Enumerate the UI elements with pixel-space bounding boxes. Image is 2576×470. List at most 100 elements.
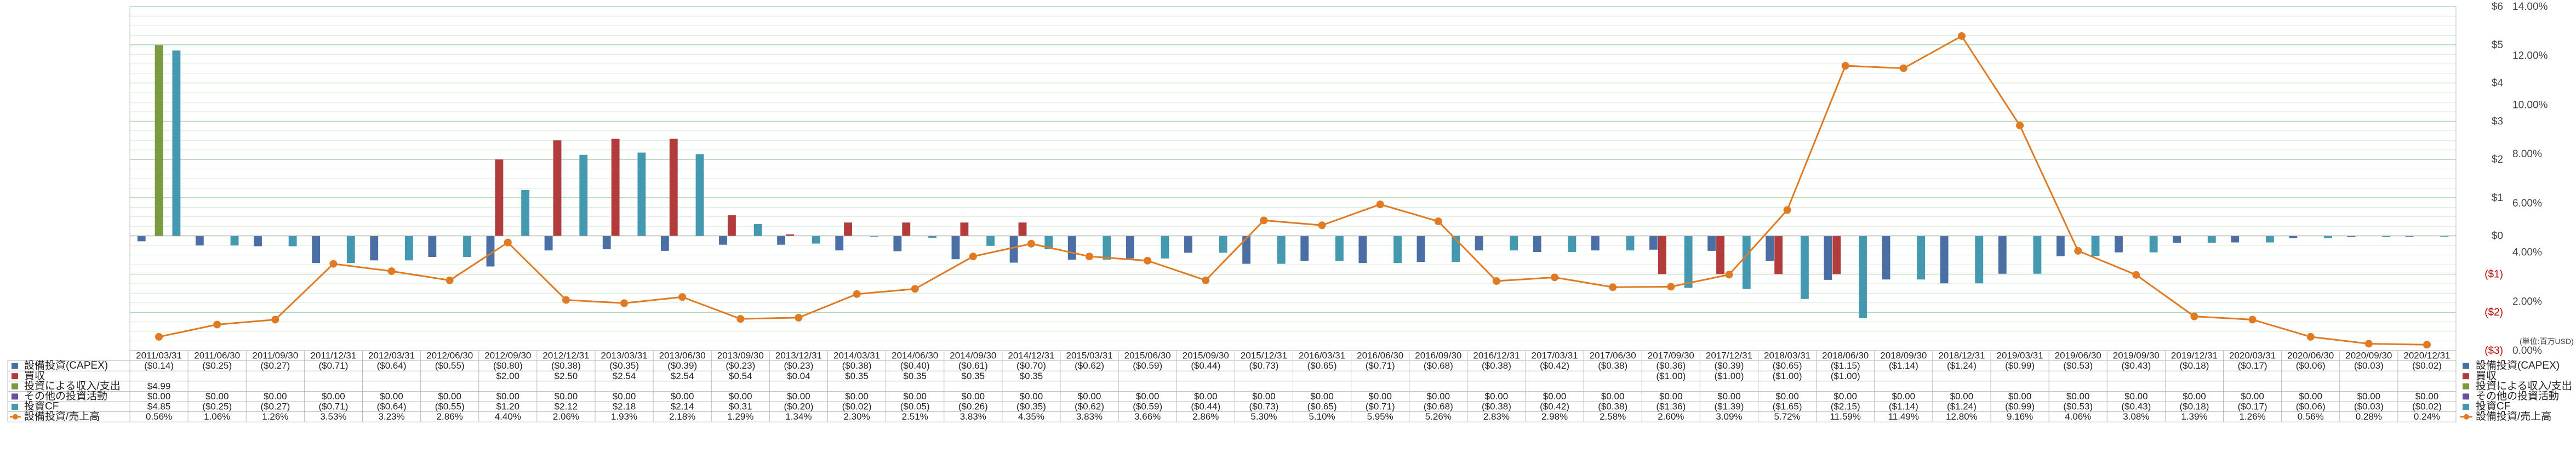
table-cell: 2.60% (1658, 411, 1684, 422)
table-cell: $0.00 (2066, 391, 2090, 402)
right-legend-key-swatch (2463, 373, 2469, 380)
table-cell: $0.00 (1543, 391, 1567, 402)
table-cell: ($0.71) (1366, 360, 1395, 371)
capex-ratio-point (1609, 283, 1617, 291)
table-cell: ($0.25) (202, 402, 232, 412)
table-cell: $4.85 (147, 402, 171, 412)
category-label: 2017/06/30 (1590, 351, 1636, 361)
bar-4 (1510, 236, 1518, 251)
table-cell: ($0.18) (2180, 402, 2209, 412)
table-cell: 3.83% (1076, 411, 1103, 422)
table-cell: ($0.17) (2238, 360, 2267, 371)
category-label: 2012/03/31 (368, 351, 415, 361)
table-cell: ($0.05) (900, 402, 930, 412)
bar-0 (1591, 236, 1600, 251)
bar-1 (1774, 236, 1783, 274)
table-cell: 5.95% (1367, 411, 1393, 422)
table-cell: ($1.14) (1889, 360, 1918, 371)
bar-2 (155, 45, 163, 236)
capex-ratio-point (1957, 32, 1966, 40)
table-cell: ($0.59) (1133, 360, 1162, 371)
bar-0 (428, 236, 437, 257)
table-cell: $0.00 (1020, 391, 1043, 402)
table-cell: ($0.35) (609, 360, 639, 371)
table-cell: 3.09% (1716, 411, 1742, 422)
capex-ratio-point (271, 316, 279, 324)
capex-ratio-point (853, 290, 861, 298)
right-tick-label: 4.00% (2512, 247, 2542, 259)
category-label: 2020/06/30 (2287, 351, 2334, 361)
table-cell: 0.28% (2356, 411, 2382, 422)
capex-ratio-point (795, 313, 803, 322)
table-cell: $0.00 (903, 391, 927, 402)
table-cell: ($0.55) (435, 402, 465, 412)
bar-4 (812, 236, 820, 244)
bar-1 (727, 215, 736, 236)
table-cell: ($0.44) (1191, 360, 1220, 371)
table-cell: $2.54 (613, 371, 636, 381)
table-cell: ($0.73) (1249, 402, 1279, 412)
capex-ratio-point (1086, 253, 1094, 261)
table-cell: 5.30% (1250, 411, 1277, 422)
legend-key-swatch (12, 373, 18, 380)
category-label: 2015/09/30 (1183, 351, 1229, 361)
table-cell: 3.83% (960, 411, 986, 422)
bar-0 (835, 236, 844, 251)
bar-4 (579, 154, 588, 236)
left-tick-label: $0 (2492, 231, 2503, 242)
table-cell: ($0.64) (377, 402, 407, 412)
table-cell: 3.66% (1134, 411, 1161, 422)
bar-4 (1684, 236, 1693, 288)
table-cell: 1.39% (2181, 411, 2207, 422)
category-label: 2018/09/30 (1880, 351, 1927, 361)
legend-key-swatch (12, 383, 18, 389)
table-cell: $0.00 (671, 391, 694, 402)
bar-0 (1126, 236, 1134, 259)
table-cell: $0.00 (2357, 391, 2381, 402)
right-legend-key-marker (2464, 414, 2469, 420)
table-cell: 3.23% (378, 411, 404, 422)
bar-4 (928, 236, 936, 238)
category-label: 2020/03/31 (2229, 351, 2276, 361)
table-cell: ($0.68) (1424, 402, 1453, 412)
capex-ratio-point (2248, 316, 2257, 324)
bar-0 (719, 236, 727, 245)
table-cell: ($0.38) (842, 360, 872, 371)
left-tick-label: ($3) (2484, 345, 2503, 357)
table-cell: ($1.24) (1947, 360, 1977, 371)
left-tick-label: $1 (2492, 192, 2503, 204)
capex-ratio-point (1899, 64, 1907, 72)
capex-ratio-point (213, 320, 221, 329)
table-cell: ($0.38) (1598, 402, 1627, 412)
category-label: 2011/09/30 (252, 351, 298, 361)
bar-0 (312, 236, 321, 263)
gridlines (130, 6, 2456, 351)
table-cell: ($0.53) (2063, 402, 2093, 412)
bar-0 (1882, 236, 1890, 280)
table-cell: ($0.02) (842, 402, 872, 412)
bar-4 (172, 50, 181, 236)
category-label: 2016/12/31 (1473, 351, 1520, 361)
table-cell: 5.10% (1309, 411, 1335, 422)
bar-0 (1475, 236, 1483, 251)
category-label: 2011/12/31 (311, 351, 357, 361)
bar-0 (254, 236, 262, 247)
bar-1 (902, 222, 911, 236)
bar-1 (1658, 236, 1666, 274)
category-label: 2012/12/31 (542, 351, 589, 361)
table-cell: 1.93% (611, 411, 637, 422)
bar-0 (1358, 236, 1367, 263)
table-cell: $0.00 (1601, 391, 1625, 402)
data-table: 2011/03/31 2011/06/30 2011/09/30 2011/12/31… (7, 350, 2572, 422)
category-label: 2014/12/31 (1008, 351, 1054, 361)
category-label: 2018/12/31 (1938, 351, 1985, 361)
table-cell: $0.00 (1136, 391, 1160, 402)
table-cell: $0.00 (555, 391, 578, 402)
table-cell: ($0.44) (1191, 402, 1220, 412)
category-label: 2017/12/31 (1706, 351, 1752, 361)
bar-4 (2207, 236, 2216, 243)
bar-4 (2324, 236, 2332, 238)
table-cell: $0.00 (1252, 391, 1276, 402)
capex-ratio-point (620, 299, 629, 307)
right-legend-key-swatch (2463, 393, 2469, 400)
